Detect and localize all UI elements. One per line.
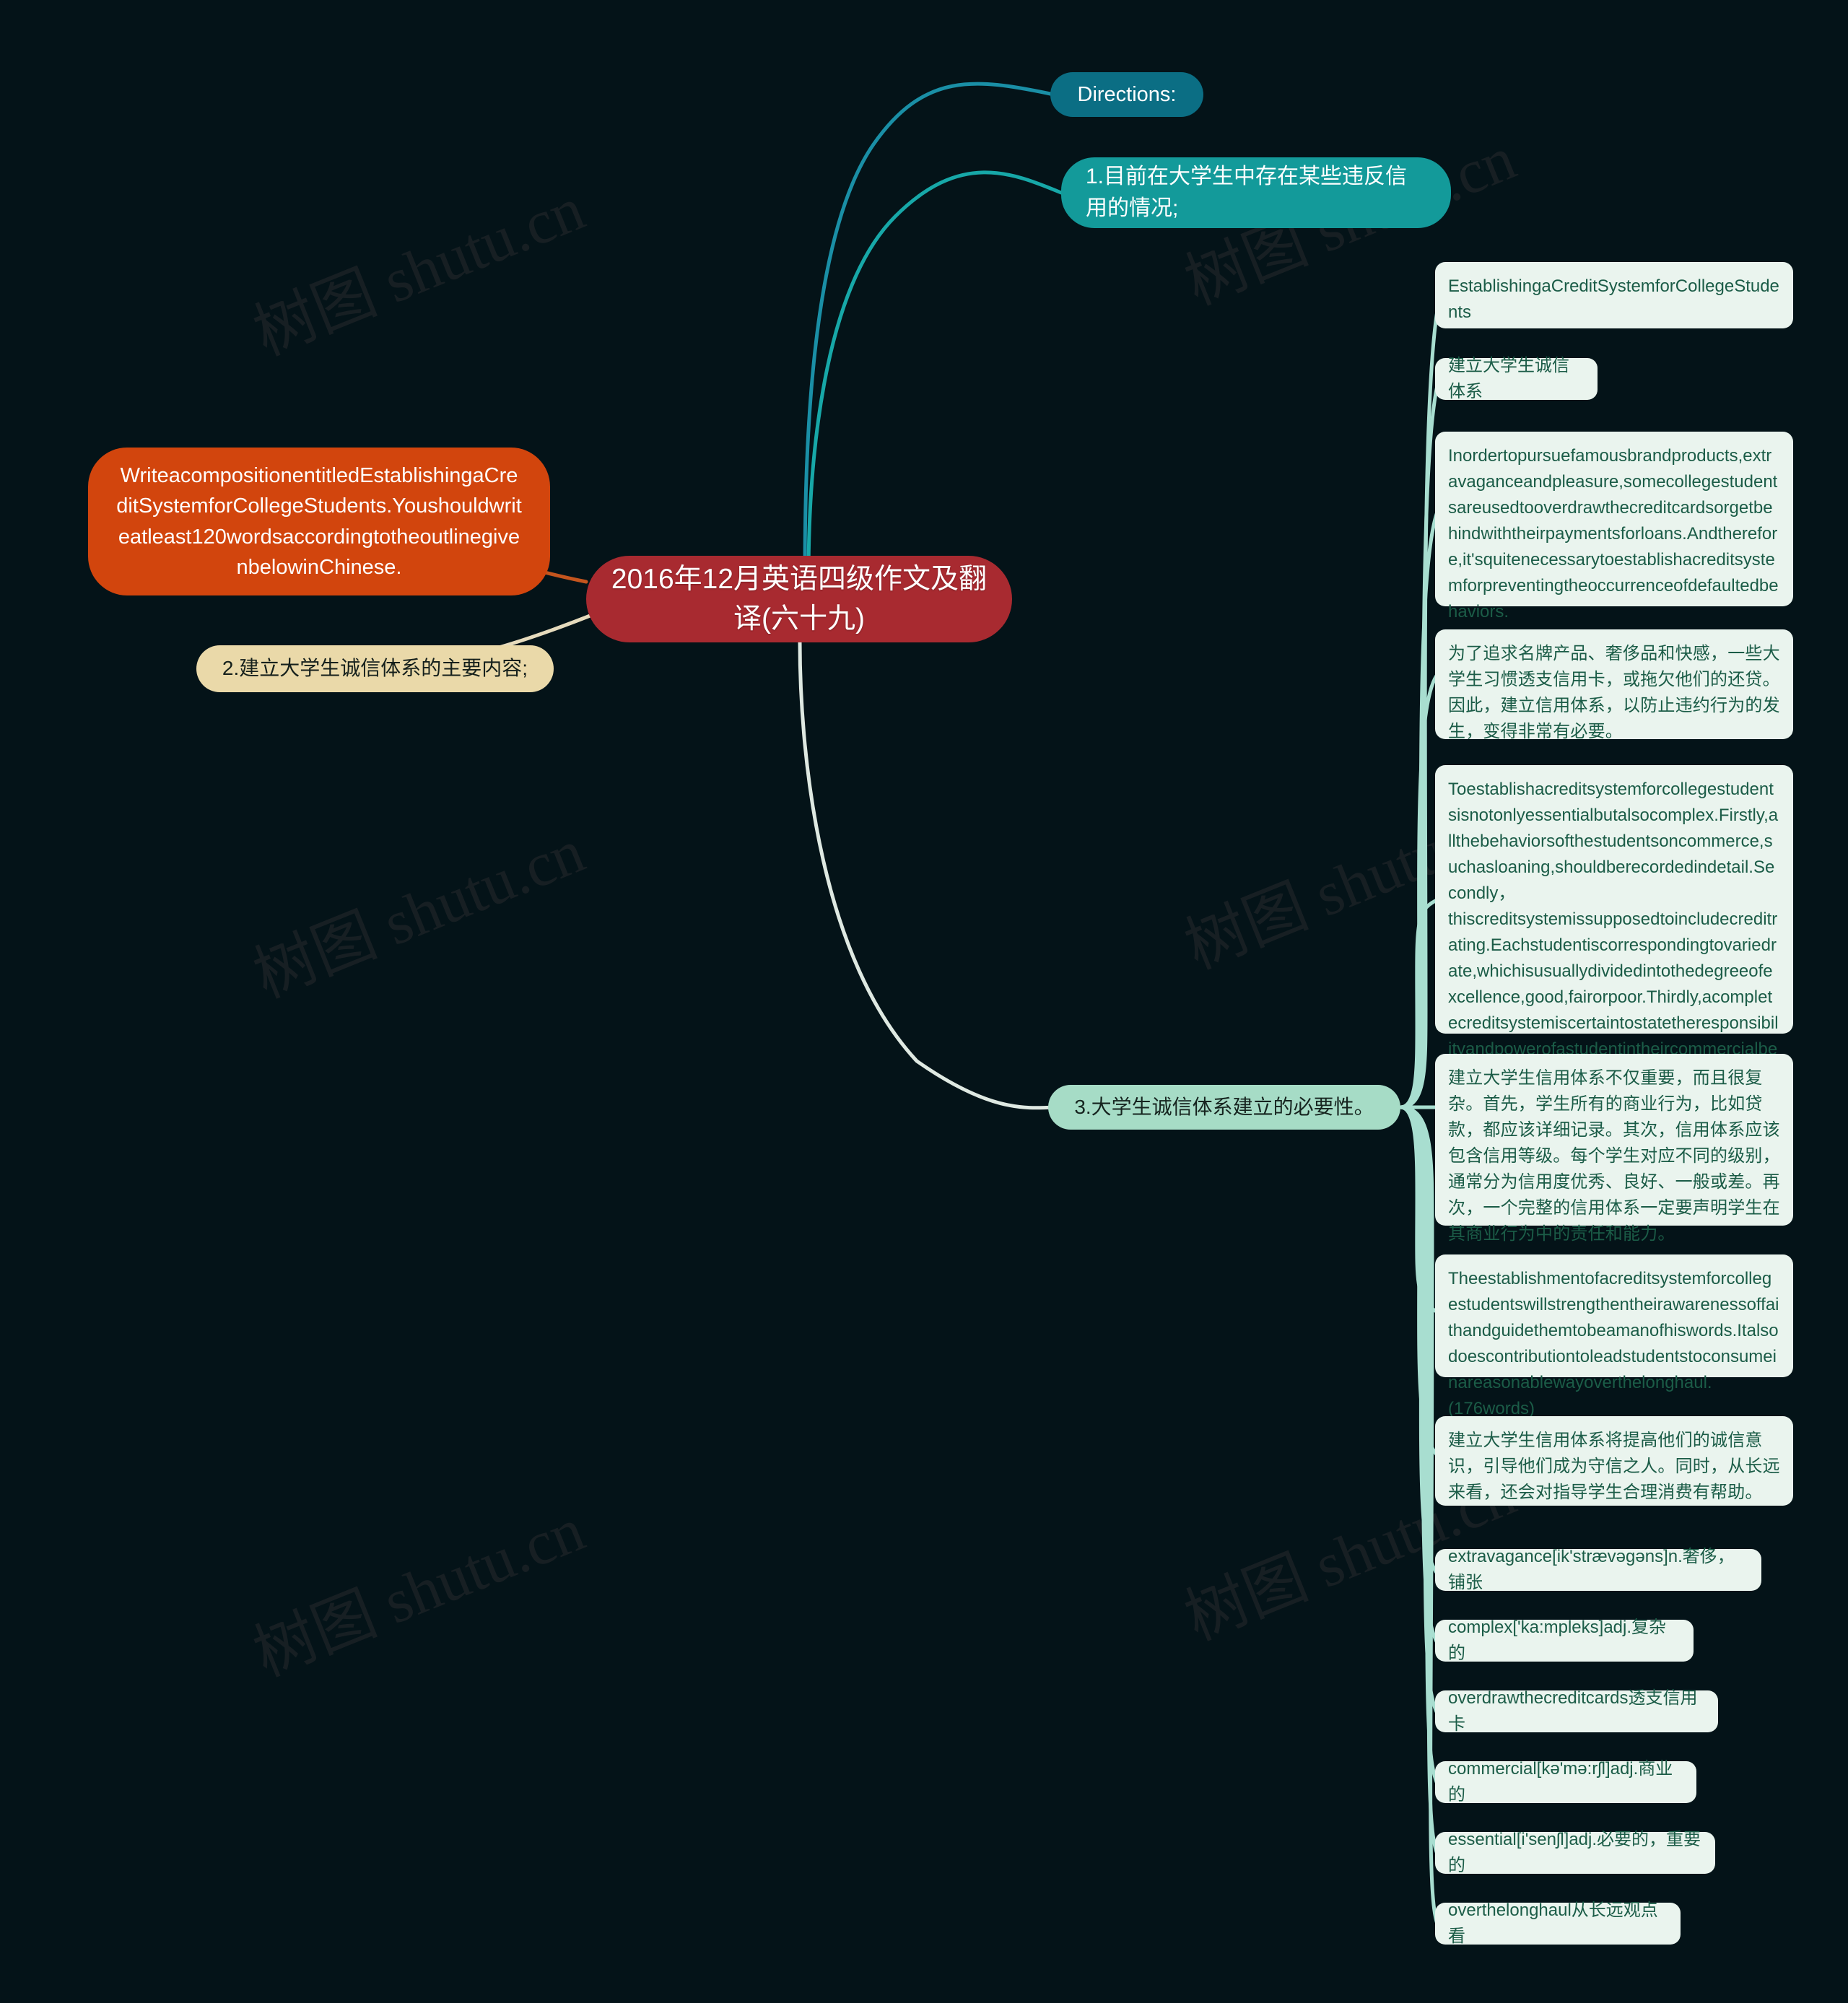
leaf-card[interactable]: overthelonghaul从长远观点看	[1435, 1901, 1681, 1946]
leaf-card[interactable]: essential[i'senʃl]adj.必要的，重要的	[1435, 1830, 1715, 1875]
leaf-card[interactable]: 建立大学生诚信体系	[1435, 356, 1598, 401]
watermark: 树图 shutu.cn	[244, 1494, 593, 1690]
leaf-card[interactable]: EstablishingaCreditSystemforCollegeStude…	[1435, 262, 1793, 328]
branch-directions[interactable]: Directions:	[1050, 72, 1203, 117]
branch-prompt[interactable]: WriteacompositionentitledEstablishingaCr…	[88, 448, 550, 595]
branch-outline-2[interactable]: 2.建立大学生诚信体系的主要内容;	[196, 645, 554, 692]
leaf-card[interactable]: Inordertopursuefamousbrandproducts,extra…	[1435, 432, 1793, 621]
watermark: 树图 shutu.cn	[244, 173, 593, 369]
root-node[interactable]: 2016年12月英语四级作文及翻译(六十九)	[586, 556, 1012, 642]
leaf-card[interactable]: complex['ka:mpleks]adj.复杂的	[1435, 1618, 1694, 1663]
leaf-card[interactable]: overdrawthecreditcards透支信用卡	[1435, 1688, 1718, 1734]
branch-outline-1[interactable]: 1.目前在大学生中存在某些违反信用的情况;	[1061, 157, 1451, 228]
leaf-card[interactable]: 为了追求名牌产品、奢侈品和快感，一些大学生习惯透支信用卡，或拖欠他们的还贷。因此…	[1435, 629, 1793, 741]
leaf-card[interactable]: Toestablishacreditsystemforcollegestuden…	[1435, 765, 1793, 1085]
branch-outline-3[interactable]: 3.大学生诚信体系建立的必要性。	[1048, 1085, 1400, 1130]
watermark: 树图 shutu.cn	[244, 816, 593, 1011]
leaf-card[interactable]: Theestablishmentofacreditsystemforcolleg…	[1435, 1254, 1793, 1418]
leaf-card[interactable]: extravagance[ik'strævəgəns]n.奢侈，铺张	[1435, 1547, 1761, 1592]
leaf-card[interactable]: 建立大学生信用体系将提高他们的诚信意识，引导他们成为守信之人。同时，从长远来看，…	[1435, 1416, 1793, 1506]
leaf-card[interactable]: commercial[kə'mə:rʃl]adj.商业的	[1435, 1759, 1696, 1805]
leaf-card[interactable]: 建立大学生信用体系不仅重要，而且很复杂。首先，学生所有的商业行为，比如贷款，都应…	[1435, 1054, 1793, 1244]
mindmap-canvas: 树图 shutu.cn 树图 shutu.cn 树图 shutu.cn 树图 s…	[0, 0, 1848, 2003]
